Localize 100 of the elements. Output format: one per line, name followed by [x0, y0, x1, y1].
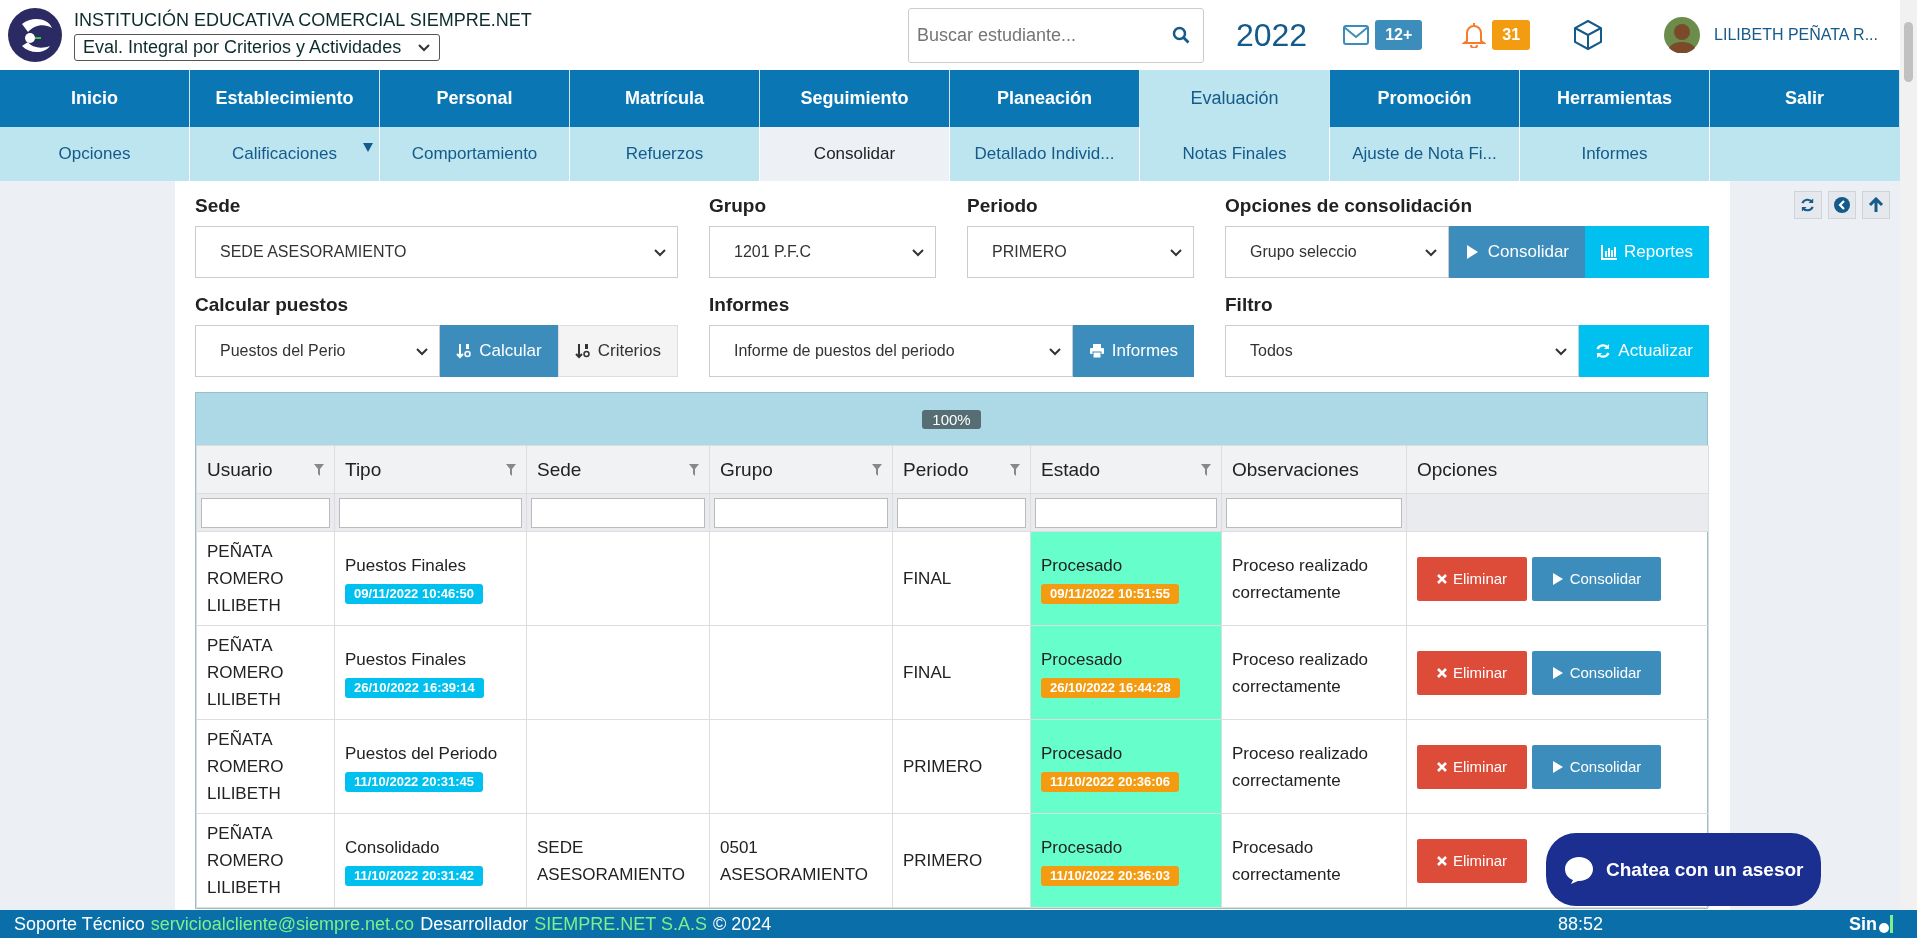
table-cell-text: FINAL — [903, 662, 953, 684]
delete-button[interactable]: Eliminar — [1417, 556, 1527, 601]
envelope-icon — [1343, 25, 1370, 45]
play-icon — [1551, 571, 1564, 586]
field-label: Filtro — [1225, 294, 1274, 316]
timestamp-badge: 26/10/2022 16:39:14 — [345, 677, 484, 698]
timestamp-badge: 11/10/2022 20:31:42 — [345, 865, 483, 886]
action-button[interactable]: Consolidar — [1448, 226, 1585, 278]
table-cell-text: Procesado — [1041, 648, 1124, 671]
filter-field[interactable] — [1226, 497, 1402, 528]
table-cell-text: PEÑATA ROMERO LILIBETH — [207, 823, 285, 899]
timestamp-badge: 09/11/2022 10:51:55 — [1041, 583, 1179, 604]
table-cell-text: Puestos Finales — [345, 648, 467, 671]
table-cell-text: PRIMERO — [903, 756, 984, 778]
consolidate-button[interactable]: Consolidar — [1532, 556, 1661, 601]
filter-field[interactable] — [714, 497, 888, 528]
module-select[interactable]: Eval. Integral por Criterios y Actividades — [74, 33, 441, 61]
delete-button[interactable]: Eliminar — [1417, 650, 1527, 695]
notification-count-badge: 31 — [1492, 20, 1531, 50]
column-header[interactable]: Usuario — [196, 445, 335, 494]
back-icon — [1834, 197, 1850, 213]
play-icon — [1551, 759, 1564, 774]
search-field[interactable]: Buscar estudiante... — [907, 7, 1204, 63]
select-field[interactable]: PRIMERO — [967, 226, 1194, 278]
sort-icon — [456, 343, 474, 359]
select-field[interactable]: 1201 P.F.C — [709, 226, 936, 278]
arrow-up-icon — [1868, 197, 1884, 213]
table-cell-text: Puestos del Periodo — [345, 742, 499, 765]
progress-label: 100% — [922, 409, 981, 429]
delete-button[interactable]: Eliminar — [1417, 744, 1527, 789]
footer-text: Soporte Técnico — [14, 913, 145, 935]
table-cell-text: Procesado correctamente — [1232, 836, 1342, 886]
logo-text: Sin — [1849, 913, 1877, 935]
column-header[interactable]: Observaciones — [1221, 445, 1407, 494]
chevron-down-icon — [417, 41, 432, 53]
chevron-down-icon — [1169, 246, 1183, 258]
select-field[interactable]: SEDE ASESORAMIENTO — [195, 226, 678, 278]
refresh-icon — [1800, 197, 1816, 213]
chevron-down-icon — [1554, 345, 1569, 357]
timestamp-badge: 26/10/2022 16:44:28 — [1041, 677, 1180, 698]
select-field[interactable]: Puestos del Perio — [195, 325, 441, 377]
select-field[interactable]: Todos — [1225, 325, 1580, 377]
email-link[interactable]: servicioalcliente@siempre.net.co — [150, 913, 415, 935]
table-cell-text: Proceso realizado correctamente — [1232, 648, 1370, 698]
table-cell-text: Procesado — [1041, 836, 1124, 859]
field-label: Calcular puestos — [195, 294, 350, 316]
filter-field[interactable] — [531, 497, 705, 528]
institution-name: INSTITUCIÓN EDUCATIVA COMERCIAL SIEMPRE.NET — [74, 9, 532, 31]
field-label: Opciones de consolidación — [1225, 195, 1474, 217]
scroll-top-button[interactable] — [1862, 191, 1890, 219]
copyright-text: © 2024 — [712, 913, 772, 935]
close-icon — [1436, 667, 1447, 678]
session-timer: 88:52 — [1557, 913, 1603, 935]
table-cell-text: FINAL — [903, 568, 953, 590]
field-label: Sede — [195, 195, 242, 217]
delete-button[interactable]: Eliminar — [1417, 838, 1527, 883]
user-name[interactable]: LILIBETH PEÑATA R... — [1714, 26, 1878, 44]
column-header[interactable]: Tipo — [334, 445, 527, 494]
column-header[interactable]: Sede — [526, 445, 710, 494]
subnav-tab[interactable]: Consolidar — [760, 127, 950, 181]
column-header[interactable]: Estado — [1030, 445, 1222, 494]
close-icon — [1436, 855, 1447, 866]
filter-field[interactable] — [1035, 497, 1217, 528]
filter-field[interactable] — [339, 497, 522, 528]
timestamp-badge: 11/10/2022 20:36:06 — [1041, 771, 1179, 792]
footer-text: Desarrollador — [420, 913, 529, 935]
bell-icon — [1462, 22, 1487, 48]
chevron-down-icon — [415, 345, 430, 357]
timestamp-badge: 09/11/2022 10:46:50 — [345, 583, 483, 604]
column-header[interactable]: Grupo — [709, 445, 893, 494]
action-button[interactable]: Calcular — [440, 325, 558, 377]
timestamp-badge: 11/10/2022 20:36:03 — [1041, 865, 1179, 886]
chevron-down-icon — [1047, 345, 1062, 357]
consolidate-button[interactable]: Consolidar — [1532, 744, 1661, 789]
message-count-badge: 12+ — [1375, 20, 1423, 50]
timestamp-badge: 11/10/2022 20:31:45 — [345, 771, 483, 792]
table-cell-text: Puestos Finales — [345, 554, 467, 577]
table-cell-text: PRIMERO — [903, 850, 984, 872]
action-button[interactable]: Criterios — [557, 325, 678, 377]
filter-field[interactable] — [897, 497, 1026, 528]
refresh-button[interactable] — [1794, 191, 1822, 219]
avatar-icon — [1664, 17, 1701, 53]
chat-button[interactable]: Chatea con un asesor — [1546, 833, 1822, 906]
consolidate-button[interactable]: Consolidar — [1532, 650, 1661, 695]
table-cell-text: Procesado — [1041, 554, 1124, 577]
table-cell-text: Procesado — [1041, 742, 1124, 765]
column-header[interactable]: Opciones — [1406, 445, 1709, 494]
column-header[interactable]: Periodo — [892, 445, 1031, 494]
nav-tab[interactable]: Evaluación — [1140, 70, 1330, 127]
table-cell-text: PEÑATA ROMERO LILIBETH — [207, 729, 285, 805]
select-field[interactable]: Informe de puestos del periodo — [709, 325, 1073, 377]
chevron-down-icon — [911, 246, 925, 258]
company-link[interactable]: SIEMPRE.NET S.A.S — [534, 913, 707, 935]
cube-icon — [1572, 19, 1605, 51]
scrollbar[interactable] — [1900, 0, 1917, 910]
filter-field[interactable] — [201, 497, 330, 528]
select-field[interactable]: Grupo seleccio — [1225, 226, 1449, 278]
action-button[interactable]: Informes — [1072, 325, 1194, 377]
chevron-down-icon — [653, 246, 667, 258]
back-button[interactable] — [1828, 191, 1856, 219]
